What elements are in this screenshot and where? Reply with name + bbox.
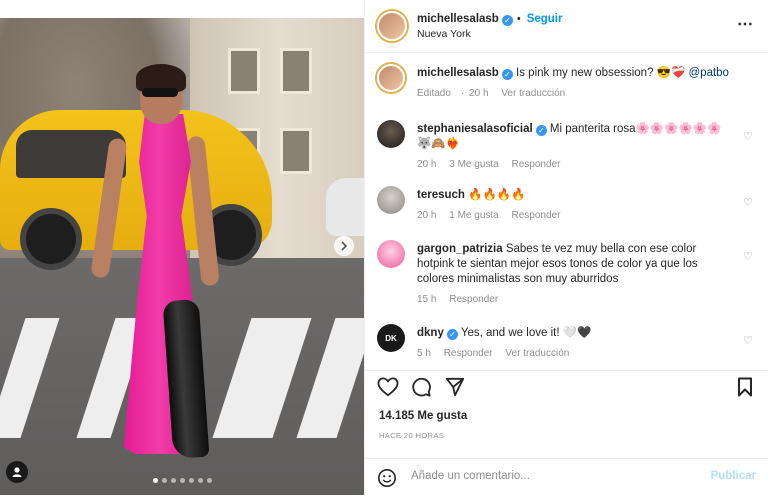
comment-translate-link[interactable]: Ver traducción	[505, 348, 569, 359]
building-window	[228, 48, 260, 94]
caption-time: 20 h	[469, 88, 489, 99]
carousel-dot	[179, 478, 185, 483]
comment-body: stephaniesalasoficial ✓ Mi panterita rosa…	[417, 122, 735, 172]
reply-button[interactable]: Responder	[449, 294, 498, 305]
commenter-avatar[interactable]	[377, 240, 405, 268]
like-comment-heart-icon[interactable]: ♡	[743, 250, 753, 263]
dkny-logo-avatar[interactable]: DK	[377, 324, 405, 352]
carousel-dot	[161, 478, 167, 483]
verified-badge-icon: ✓	[446, 329, 458, 340]
author-username[interactable]: michellesalasb	[417, 13, 499, 25]
comment-meta: 20 h 3 Me gusta Responder	[417, 157, 735, 172]
post-photo[interactable]	[0, 18, 364, 495]
taxi-wheel	[20, 208, 82, 270]
comment-likes[interactable]: 3 Me gusta	[449, 159, 498, 170]
carousel-indicator	[0, 478, 364, 483]
comment-text: Yes, and we love it! 🤍🖤	[460, 327, 592, 339]
commenter-avatar[interactable]	[377, 120, 405, 148]
reply-button[interactable]: Responder	[444, 348, 493, 359]
post-location[interactable]: Nueva York	[417, 27, 562, 42]
commenter-avatar[interactable]	[377, 186, 405, 214]
carousel-dot	[170, 478, 176, 483]
comment-bubble-icon[interactable]	[411, 377, 431, 397]
chevron-right-icon	[341, 241, 348, 251]
caption-edited: Editado	[417, 88, 451, 99]
posted-time: HACE 20 HORAS	[379, 431, 445, 440]
carousel-dot	[188, 478, 194, 483]
comment-input[interactable]	[409, 469, 693, 483]
caption-translate-link[interactable]: Ver traducción	[501, 88, 565, 99]
comment-username[interactable]: gargon_patrizia	[417, 243, 503, 255]
comment-username[interactable]: dkny	[417, 327, 444, 339]
reply-button[interactable]: Responder	[512, 159, 561, 170]
comment-username[interactable]: stephaniesalasoficial	[417, 123, 533, 135]
share-send-icon[interactable]	[445, 377, 465, 397]
likes-count[interactable]: 14.185 Me gusta	[379, 410, 467, 422]
sunglasses	[142, 88, 178, 97]
like-comment-heart-icon[interactable]: ♡	[743, 130, 753, 143]
author-info: michellesalasb ✓ • Seguir Nueva York	[417, 10, 562, 42]
post-actions-bar	[365, 370, 768, 403]
comment-body: gargon_patrizia Sabes te vez muy bella c…	[417, 242, 735, 307]
caption-username[interactable]: michellesalasb	[417, 67, 499, 79]
comment-meta: 15 h Responder	[417, 292, 735, 307]
carousel-dot	[197, 478, 203, 483]
follow-button[interactable]: Seguir	[527, 13, 563, 25]
comment-time: 20 h	[417, 210, 437, 221]
reply-button[interactable]: Responder	[512, 210, 561, 221]
comment-body: dkny ✓ Yes, and we love it! 🤍🖤 5 h Respon…	[417, 326, 735, 361]
post-header: michellesalasb ✓ • Seguir Nueva York ⋯	[365, 0, 768, 53]
verified-badge-icon: ✓	[535, 125, 547, 136]
meta-separator: ·	[460, 88, 465, 99]
user-icon	[12, 467, 22, 477]
comment-time: 5 h	[417, 348, 431, 359]
verified-badge-icon: ✓	[501, 15, 513, 26]
separator-dot: •	[516, 13, 521, 25]
like-comment-heart-icon[interactable]: ♡	[743, 196, 753, 209]
white-car	[326, 178, 364, 236]
comment-body: teresuch 🔥🔥🔥🔥 20 h 1 Me gusta Responder	[417, 188, 735, 223]
like-comment-heart-icon[interactable]: ♡	[743, 334, 753, 347]
comment-likes[interactable]: 1 Me gusta	[449, 210, 498, 221]
caption-avatar[interactable]	[377, 64, 405, 92]
publish-button[interactable]: Publicar	[711, 470, 756, 482]
comments-list[interactable]: michellesalasb ✓ Is pink my new obsession…	[365, 53, 768, 368]
comment-time: 20 h	[417, 159, 437, 170]
emoji-icon[interactable]	[377, 468, 397, 488]
comment-username[interactable]: teresuch	[417, 189, 465, 201]
comment-composer: Publicar	[365, 458, 768, 496]
author-avatar[interactable]	[377, 11, 407, 41]
building-window	[280, 128, 312, 174]
caption-meta: Editado · 20 h Ver traducción	[417, 86, 735, 101]
caption-text: Is pink my new obsession? 😎❤️‍🩹	[516, 67, 686, 79]
comment-meta: 5 h Responder Ver traducción	[417, 346, 735, 361]
building-window	[280, 48, 312, 94]
instagram-post: michellesalasb ✓ • Seguir Nueva York ⋯ mich…	[0, 0, 768, 495]
comment-text: 🔥🔥🔥🔥	[468, 189, 526, 201]
comment-time: 15 h	[417, 294, 437, 305]
verified-badge-icon: ✓	[501, 69, 513, 80]
caption-body: michellesalasb ✓ Is pink my new obsession…	[417, 66, 735, 101]
next-photo-button[interactable]	[334, 236, 354, 256]
more-options-icon[interactable]: ⋯	[737, 14, 754, 34]
post-side-panel: michellesalasb ✓ • Seguir Nueva York ⋯ mich…	[364, 0, 768, 495]
carousel-dot	[152, 478, 158, 483]
comment-meta: 20 h 1 Me gusta Responder	[417, 208, 735, 223]
like-heart-icon[interactable]	[377, 377, 399, 397]
caption-mention[interactable]: @patbo	[689, 67, 729, 79]
carousel-dot	[206, 478, 212, 483]
save-bookmark-icon[interactable]	[737, 377, 753, 397]
